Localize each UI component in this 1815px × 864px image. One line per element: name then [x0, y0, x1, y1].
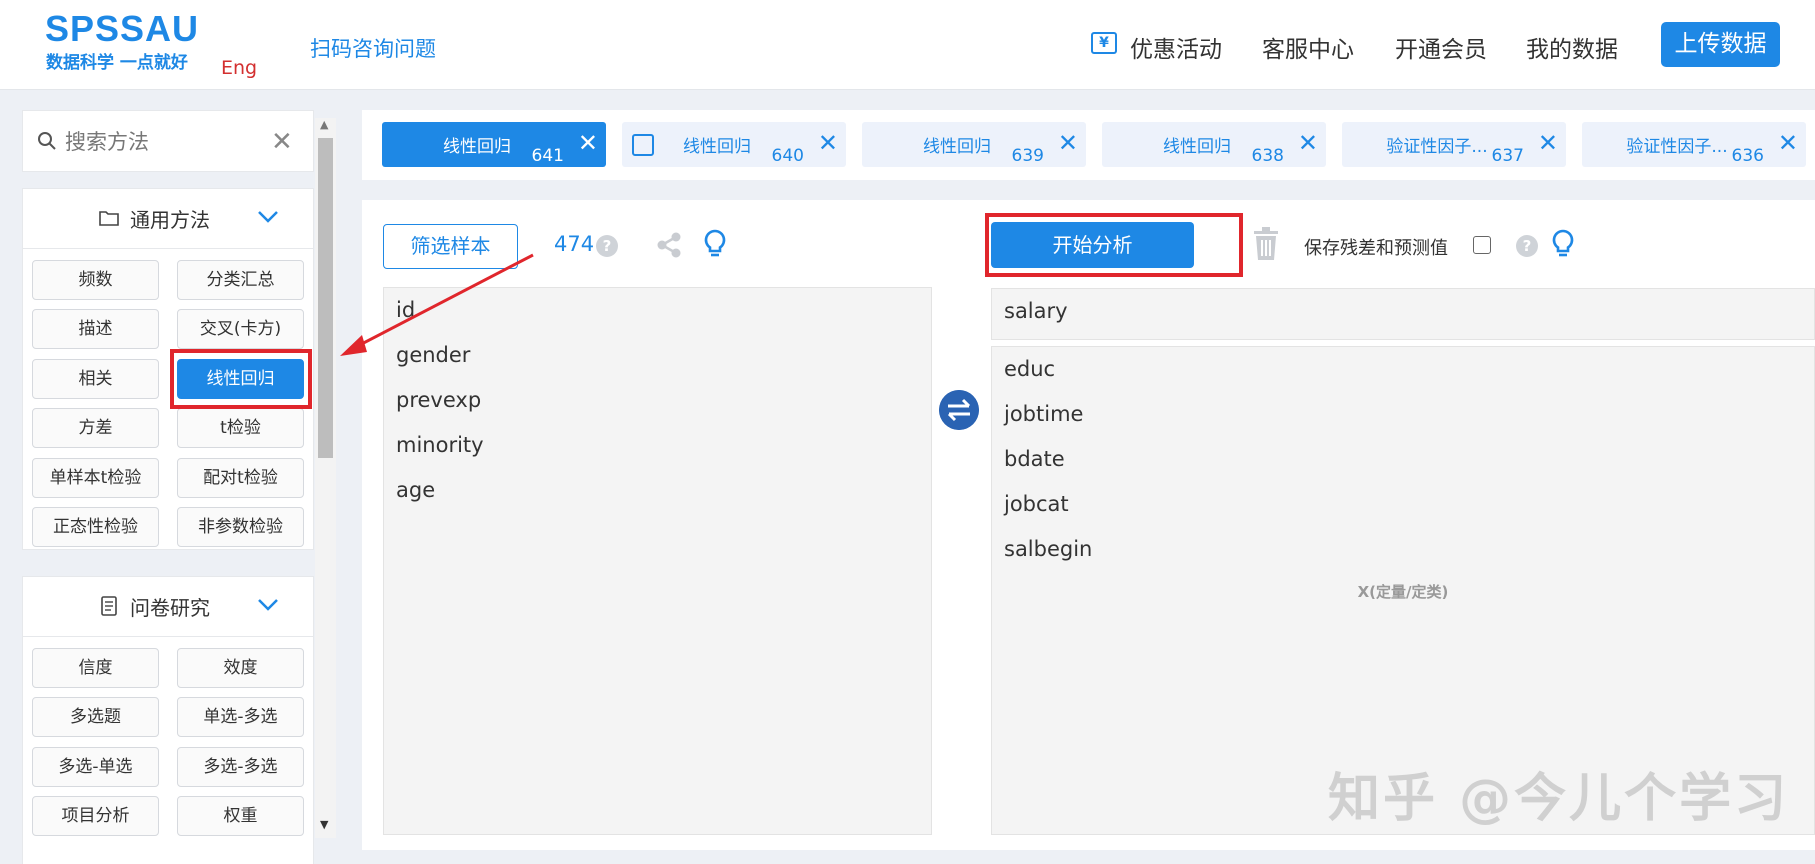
variable-item[interactable]: jobtime: [1004, 402, 1083, 426]
method-button[interactable]: t检验: [177, 408, 304, 448]
method-button[interactable]: 权重: [177, 796, 304, 836]
method-button[interactable]: 配对t检验: [177, 458, 304, 498]
section-title: 问卷研究: [130, 596, 210, 620]
top-header: SPSSAU 数据科学 一点就好 Eng 扫码咨询问题 ¥ 优惠活动 客服中心 …: [0, 0, 1815, 90]
method-sidebar: ✕ 通用方法 频数 分类汇总 描述 交叉(卡方) 相关 线性回归 方差 t检验 …: [22, 110, 314, 864]
method-button[interactable]: 单样本t检验: [32, 458, 159, 498]
tab-number: 640: [771, 146, 804, 166]
nav-promo[interactable]: 优惠活动: [1130, 30, 1222, 64]
method-button[interactable]: 单选-多选: [177, 697, 304, 737]
swap-icon[interactable]: [939, 390, 979, 430]
close-icon[interactable]: ✕: [1058, 130, 1078, 156]
tab-analysis-641[interactable]: 线性回归 641 ✕: [382, 122, 606, 167]
tab-analysis-640[interactable]: 线性回归 640 ✕: [622, 122, 846, 167]
tab-analysis-636[interactable]: 验证性因子... 636 ✕: [1582, 122, 1806, 167]
scroll-up-icon[interactable]: ▲: [320, 118, 328, 131]
variable-item[interactable]: salary: [1004, 299, 1068, 323]
lightbulb-icon[interactable]: [1550, 228, 1576, 260]
tab-number: 639: [1011, 146, 1044, 166]
method-button[interactable]: 多选题: [32, 697, 159, 737]
close-icon[interactable]: ✕: [271, 125, 293, 159]
tab-analysis-638[interactable]: 线性回归 638 ✕: [1102, 122, 1326, 167]
method-button[interactable]: 多选-多选: [177, 747, 304, 787]
language-switch[interactable]: Eng: [221, 57, 257, 79]
method-button[interactable]: 方差: [32, 408, 159, 448]
method-button[interactable]: 项目分析: [32, 796, 159, 836]
close-icon[interactable]: ✕: [578, 130, 598, 156]
tab-analysis-637[interactable]: 验证性因子... 637 ✕: [1342, 122, 1566, 167]
variable-item[interactable]: id: [396, 298, 415, 322]
scroll-down-icon[interactable]: ▼: [320, 818, 328, 831]
analysis-tabs: 线性回归 641 ✕ 线性回归 640 ✕ 线性回归 639 ✕ 线性回归 63…: [362, 110, 1815, 180]
sidebar-scrollbar[interactable]: ▲ ▼: [315, 118, 336, 838]
section-questionnaire: 问卷研究 信度 效度 多选题 单选-多选 多选-单选 多选-多选 项目分析 权重: [22, 576, 314, 864]
folder-icon: [99, 211, 119, 226]
trash-icon[interactable]: [1253, 227, 1279, 261]
scrollbar-thumb[interactable]: [318, 138, 333, 458]
variable-item[interactable]: bdate: [1004, 447, 1065, 471]
method-button[interactable]: 交叉(卡方): [177, 309, 304, 349]
close-icon[interactable]: ✕: [1778, 130, 1798, 156]
tab-analysis-639[interactable]: 线性回归 639 ✕: [862, 122, 1086, 167]
close-icon[interactable]: ✕: [818, 130, 838, 156]
tab-number: 636: [1731, 146, 1764, 166]
nav-mydata[interactable]: 我的数据: [1526, 30, 1618, 64]
save-residuals-checkbox[interactable]: [1473, 236, 1491, 254]
highlight-box: [985, 213, 1243, 277]
method-button[interactable]: 正态性检验: [32, 507, 159, 547]
lightbulb-icon[interactable]: [702, 228, 728, 260]
coupon-icon: ¥: [1091, 32, 1117, 54]
variable-item[interactable]: prevexp: [396, 388, 481, 412]
variable-item[interactable]: age: [396, 478, 435, 502]
tab-number: 637: [1491, 146, 1524, 166]
tab-number: 641: [531, 146, 564, 166]
close-icon[interactable]: ✕: [1298, 130, 1318, 156]
share-icon[interactable]: [654, 230, 684, 260]
section-questionnaire-header[interactable]: 问卷研究: [23, 577, 313, 637]
highlight-box: [170, 349, 312, 409]
document-icon: [101, 596, 117, 616]
watermark: 知乎 @今儿个学习: [1328, 769, 1790, 829]
section-general-header[interactable]: 通用方法: [23, 189, 313, 249]
method-button[interactable]: 效度: [177, 648, 304, 688]
filter-sample-button[interactable]: 筛选样本: [383, 224, 518, 269]
chevron-down-icon[interactable]: [257, 597, 279, 613]
consult-link[interactable]: 扫码咨询问题: [310, 33, 436, 63]
method-search: ✕: [22, 110, 314, 172]
nav-member[interactable]: 开通会员: [1395, 30, 1487, 64]
variable-item[interactable]: jobcat: [1004, 492, 1069, 516]
search-icon: [38, 132, 56, 150]
nav-service[interactable]: 客服中心: [1262, 30, 1354, 64]
variable-item[interactable]: salbegin: [1004, 537, 1092, 561]
chevron-down-icon[interactable]: [257, 209, 279, 225]
sample-count: 474: [554, 232, 595, 256]
x-variable-hint: X(定量/定类): [1357, 583, 1449, 601]
logo-tagline: 数据科学 一点就好: [46, 53, 188, 73]
available-variables-list[interactable]: id gender prevexp minority age: [383, 287, 932, 835]
section-title: 通用方法: [130, 208, 210, 232]
close-icon[interactable]: ✕: [1538, 130, 1558, 156]
method-button[interactable]: 非参数检验: [177, 507, 304, 547]
method-button[interactable]: 描述: [32, 309, 159, 349]
method-search-input[interactable]: [65, 125, 265, 159]
analysis-workspace: 筛选样本 474 ? id gender prevexp minority ag…: [362, 200, 1815, 850]
variable-item[interactable]: minority: [396, 433, 484, 457]
variable-item[interactable]: educ: [1004, 357, 1055, 381]
help-icon[interactable]: ?: [1516, 235, 1538, 257]
method-button[interactable]: 多选-单选: [32, 747, 159, 787]
upload-data-button[interactable]: 上传数据: [1661, 22, 1780, 67]
save-residuals-label: 保存残差和预测值: [1304, 238, 1448, 259]
method-button[interactable]: 频数: [32, 260, 159, 300]
tab-number: 638: [1251, 146, 1284, 166]
method-button[interactable]: 相关: [32, 359, 159, 399]
method-button[interactable]: 信度: [32, 648, 159, 688]
method-button[interactable]: 分类汇总: [177, 260, 304, 300]
help-icon[interactable]: ?: [596, 235, 618, 257]
y-variable-box[interactable]: salary: [991, 288, 1815, 340]
logo[interactable]: SPSSAU: [45, 8, 199, 50]
variable-item[interactable]: gender: [396, 343, 470, 367]
